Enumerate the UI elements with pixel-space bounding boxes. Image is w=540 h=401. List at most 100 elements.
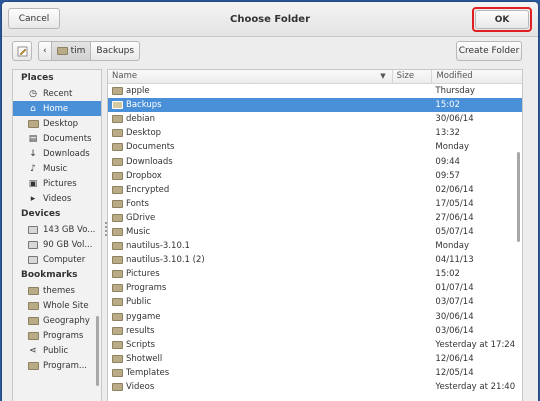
sidebar-item-recent[interactable]: ◷ Recent [13,86,101,101]
file-list: Name ▼ Size Modified apple Thursday Backup… [107,69,523,401]
folder-icon [112,270,123,279]
table-row[interactable]: Scripts Yesterday at 17:24 [108,338,522,352]
file-name-cell: Shotwell [108,354,393,364]
sidebar-scrollbar[interactable] [96,316,99,386]
file-name: Backups [126,100,162,111]
file-name-cell: Fonts [108,199,393,209]
column-header-size[interactable]: Size [393,70,433,83]
file-name: Videos [126,382,155,393]
table-row[interactable]: Documents Monday [108,140,522,154]
document-icon: ▤ [28,133,38,144]
sidebar-item-volume-143gb[interactable]: 143 GB Vo... [13,222,101,237]
table-row[interactable]: debian 30/06/14 [108,112,522,126]
ok-button[interactable]: OK [475,10,529,29]
folder-icon [112,115,123,124]
file-modified: 05/07/14 [435,226,474,237]
table-row[interactable]: Videos Yesterday at 21:40 [108,380,522,394]
clock-icon: ◷ [29,88,37,99]
file-modified: Monday [435,142,469,153]
sidebar-item-videos[interactable]: ▸ Videos [13,191,101,206]
sidebar-item-public[interactable]: ⋖ Public [13,343,101,358]
table-row[interactable]: nautilus-3.10.1 (2) 04/11/13 [108,253,522,267]
folder-icon [27,330,39,341]
folder-icon [112,284,123,293]
table-row[interactable]: Programs 01/07/14 [108,281,522,295]
file-name-cell: Music [108,227,393,237]
folder-icon [112,354,123,363]
sidebar-item-programs[interactable]: Programs [13,328,101,343]
folder-icon [112,312,123,321]
file-list-scrollbar[interactable] [517,152,520,242]
table-row[interactable]: Backups 15:02 [108,98,522,113]
table-row[interactable]: Templates 12/05/14 [108,366,522,380]
sidebar-item-documents[interactable]: ▤ Documents [13,131,101,146]
create-folder-button[interactable]: Create Folder [456,41,522,61]
edit-location-button[interactable] [12,41,32,61]
places-sidebar: Places ◷ Recent ⌂ Home Desktop ▤ Documents … [12,69,102,401]
file-name-cell: Templates [108,368,393,378]
table-row[interactable]: Downloads 09:44 [108,154,522,168]
sidebar-item-downloads[interactable]: ↓ Downloads [13,146,101,161]
sidebar-item-label: Desktop [43,118,79,129]
table-row[interactable]: results 03/06/14 [108,324,522,338]
path-segment-home[interactable]: tim [50,41,92,61]
sidebar-item-music[interactable]: ♪ Music [13,161,101,176]
table-row[interactable]: pygame 30/06/14 [108,310,522,324]
table-row[interactable]: Public 03/07/14 [108,295,522,309]
sidebar-item-whole-site[interactable]: Whole Site [13,298,101,313]
drive-icon [27,239,39,250]
file-name: Music [126,226,151,237]
table-row[interactable]: GDrive 27/06/14 [108,211,522,225]
sidebar-item-geography[interactable]: Geography [13,313,101,328]
table-row[interactable]: Desktop 13:32 [108,126,522,140]
sidebar-item-label: themes [43,285,75,296]
file-name-cell: debian [108,114,393,124]
folder-icon [112,368,123,377]
sidebar-item-themes[interactable]: themes [13,283,101,298]
table-row[interactable]: Fonts 17/05/14 [108,197,522,211]
file-name: debian [126,114,155,125]
file-name-cell: Encrypted [108,185,393,195]
title-bar: Choose Folder Cancel OK [2,2,538,37]
path-segment-backups[interactable]: Backups [90,41,141,61]
sidebar-item-label: Videos [43,193,72,204]
cancel-button[interactable]: Cancel [8,8,60,29]
column-header-row: Name ▼ Size Modified [108,70,522,84]
column-header-modified[interactable]: Modified [432,70,522,83]
file-modified: 30/06/14 [435,311,474,322]
table-row[interactable]: apple Thursday [108,84,522,98]
file-modified: Monday [435,241,469,252]
folder-icon [112,227,123,236]
sidebar-item-program-folder[interactable]: Program... [13,358,101,373]
file-name-cell: nautilus-3.10.1 [108,241,393,251]
file-name: results [126,325,155,336]
file-name: Scripts [126,339,156,350]
column-header-name[interactable]: Name ▼ [108,70,393,83]
file-name: Fonts [126,198,149,209]
table-row[interactable]: Shotwell 12/06/14 [108,352,522,366]
table-row[interactable]: Music 05/07/14 [108,225,522,239]
path-back-button[interactable]: ‹ [38,41,52,61]
file-modified: Yesterday at 17:24 [435,339,516,350]
sidebar-item-label: Public [43,345,69,356]
sidebar-item-volume-90gb[interactable]: 90 GB Vol... [13,237,101,252]
table-row[interactable]: Dropbox 09:57 [108,169,522,183]
file-name-cell: GDrive [108,213,393,223]
sidebar-item-computer[interactable]: Computer [13,252,101,267]
path-bar: ‹ tim Backups [38,41,141,61]
table-row[interactable]: nautilus-3.10.1 Monday [108,239,522,253]
picture-icon: ▣ [28,178,38,189]
table-row[interactable]: Pictures 15:02 [108,267,522,281]
sidebar-item-home[interactable]: ⌂ Home [13,101,101,116]
sidebar-heading-places: Places [21,73,54,83]
file-name-cell: Scripts [108,340,393,350]
sidebar-item-desktop[interactable]: Desktop [13,116,101,131]
folder-icon [27,315,39,326]
sidebar-item-pictures[interactable]: ▣ Pictures [13,176,101,191]
music-icon: ♪ [30,163,36,174]
table-row[interactable]: Encrypted 02/06/14 [108,183,522,197]
toolbar: ‹ tim Backups Create Folder [2,37,538,65]
file-name: Downloads [126,156,173,167]
choose-folder-dialog: Choose Folder Cancel OK ‹ tim Backups Cr… [2,2,538,401]
computer-icon [27,254,39,265]
